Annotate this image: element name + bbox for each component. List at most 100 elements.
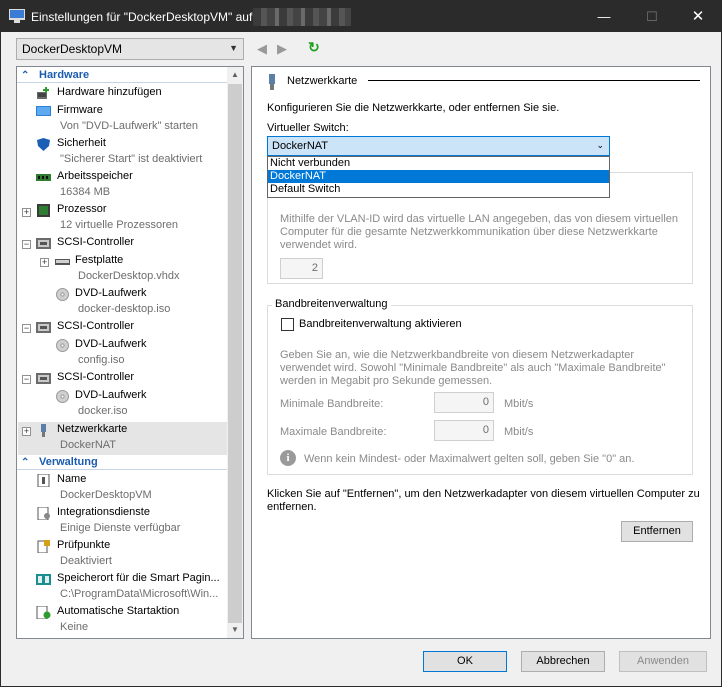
- bandwidth-checkbox-label[interactable]: Bandbreitenverwaltung aktivieren: [299, 318, 462, 330]
- tree-item-label: SCSI-Controller: [57, 371, 135, 383]
- shield-icon: [37, 138, 50, 151]
- tree-item-label: Prüfpunkte: [57, 539, 111, 551]
- memory-icon: [36, 174, 51, 181]
- tree-item-hard-disk[interactable]: Festplatte DockerDesktop.vhdx: [17, 254, 227, 286]
- tree-item-label: Arbeitsspeicher: [57, 170, 133, 182]
- vlan-description-line: Mithilfe der VLAN-ID wird das virtuelle …: [280, 213, 679, 225]
- tree-item-security[interactable]: Sicherheit "Sicherer Start" ist deaktivi…: [17, 137, 227, 169]
- tree-item-dvd-drive[interactable]: DVD-Laufwerk config.iso: [17, 338, 227, 370]
- redacted-host-name: [253, 8, 351, 26]
- tree-item-processor[interactable]: Prozessor 12 virtuelle Prozessoren: [17, 203, 227, 235]
- intro-text: Konfigurieren Sie die Netzwerkkarte, ode…: [267, 102, 560, 114]
- tree-item-label: Integrationsdienste: [57, 506, 150, 518]
- tree-item-add-hardware[interactable]: Hardware hinzufügen: [17, 86, 227, 102]
- tree-item-label: SCSI-Controller: [57, 236, 135, 248]
- refresh-icon[interactable]: ↻: [308, 40, 322, 54]
- tree-item-auto-start-action[interactable]: Automatische Startaktion Keine: [17, 605, 227, 637]
- virtual-switch-value: DockerNAT: [272, 140, 329, 152]
- info-icon: i: [280, 450, 296, 466]
- minimize-button[interactable]: —: [581, 1, 627, 32]
- tree-item-integration-services[interactable]: Integrationsdienste Einige Dienste verfü…: [17, 506, 227, 538]
- hard-disk-icon: [55, 259, 70, 265]
- tree-item-label: Prozessor: [57, 203, 107, 215]
- max-bandwidth-input[interactable]: 0: [434, 420, 494, 441]
- tree-item-label: DVD-Laufwerk: [75, 338, 147, 350]
- tree-item-scsi-controller[interactable]: SCSI-Controller: [17, 371, 227, 387]
- back-arrow-icon[interactable]: ◀: [257, 41, 267, 56]
- tree-item-dvd-drive[interactable]: DVD-Laufwerk docker-desktop.iso: [17, 287, 227, 319]
- maximize-button[interactable]: ☐: [629, 1, 675, 32]
- tree-item-firmware[interactable]: Firmware Von "DVD-Laufwerk" starten: [17, 104, 227, 136]
- name-icon: [37, 474, 50, 487]
- title-bar: Einstellungen für "DockerDesktopVM" auf …: [1, 1, 721, 32]
- window-title: Einstellungen für "DockerDesktopVM" auf: [31, 10, 253, 24]
- dvd-icon: [56, 339, 69, 352]
- tree-item-detail: docker.iso: [78, 405, 128, 417]
- virtual-switch-select[interactable]: DockerNAT ⌄: [267, 136, 610, 156]
- tree-item-smart-paging-location[interactable]: Speicherort für die Smart Pagin... C:\Pr…: [17, 572, 227, 604]
- scsi-controller-icon: [36, 238, 51, 249]
- option-not-connected[interactable]: Nicht verbunden: [268, 157, 609, 170]
- add-hardware-icon: [37, 87, 49, 99]
- smart-paging-icon: [36, 574, 51, 585]
- section-management[interactable]: ⌃ Verwaltung: [17, 455, 228, 470]
- apply-button[interactable]: Anwenden: [619, 651, 707, 672]
- checkpoint-icon: [37, 540, 50, 553]
- ok-button[interactable]: OK: [423, 651, 507, 672]
- tree-item-checkpoints[interactable]: Prüfpunkte Deaktiviert: [17, 539, 227, 571]
- bandwidth-checkbox[interactable]: [281, 318, 294, 331]
- scroll-up-icon[interactable]: ▲: [227, 67, 243, 83]
- tree-item-memory[interactable]: Arbeitsspeicher 16384 MB: [17, 170, 227, 202]
- section-hardware-label: Hardware: [39, 69, 90, 81]
- tree-item-detail: Einige Dienste verfügbar: [60, 522, 181, 534]
- forward-arrow-icon[interactable]: ▶: [277, 41, 287, 56]
- bandwidth-group-title: Bandbreitenverwaltung: [272, 298, 391, 310]
- network-adapter-icon: [41, 424, 46, 437]
- option-dockernat[interactable]: DockerNAT: [268, 170, 609, 183]
- vlan-id-input[interactable]: 2: [280, 258, 323, 279]
- min-bandwidth-label: Minimale Bandbreite:: [280, 398, 384, 410]
- processor-icon: [37, 204, 50, 217]
- panel-title: Netzwerkkarte: [287, 75, 358, 87]
- section-hardware[interactable]: ⌃ Hardware: [17, 68, 228, 83]
- tree-item-scsi-controller[interactable]: SCSI-Controller: [17, 320, 227, 336]
- auto-start-icon: [36, 606, 51, 619]
- remove-description-line: entfernen.: [267, 501, 317, 513]
- settings-tree: ⌃ Hardware Hardware hinzufügen Firmware …: [16, 66, 244, 639]
- tree-item-scsi-controller[interactable]: SCSI-Controller: [17, 236, 227, 252]
- tree-item-label: DVD-Laufwerk: [75, 287, 147, 299]
- virtual-switch-options: Nicht verbunden DockerNAT Default Switch: [267, 156, 610, 198]
- tree-item-label: Automatische Startaktion: [57, 605, 180, 617]
- switch-label: Virtueller Switch:: [267, 122, 349, 134]
- remove-button[interactable]: Entfernen: [621, 521, 693, 542]
- tree-scrollbar[interactable]: ▲ ▼: [227, 67, 243, 638]
- dvd-icon: [56, 288, 69, 301]
- integration-services-icon: [37, 507, 50, 520]
- tree-item-detail: DockerDesktop.vhdx: [78, 270, 180, 282]
- max-bandwidth-label: Maximale Bandbreite:: [280, 426, 387, 438]
- nav-arrows: ◀ ▶: [257, 41, 297, 57]
- vlan-description-line: verwendet wird.: [280, 239, 358, 251]
- cancel-button[interactable]: Abbrechen: [521, 651, 605, 672]
- collapse-icon: ⌃: [21, 70, 30, 81]
- bandwidth-description-line: Geben Sie an, wie die Netzwerkbandbreite…: [280, 349, 635, 361]
- tree-item-dvd-drive[interactable]: DVD-Laufwerk docker.iso: [17, 389, 227, 421]
- min-bandwidth-input[interactable]: 0: [434, 392, 494, 413]
- tree-item-detail: Keine: [60, 621, 89, 633]
- tree-item-label: Festplatte: [75, 254, 124, 266]
- tree-item-detail: DockerDesktopVM: [60, 489, 152, 501]
- tree-item-detail: Von "DVD-Laufwerk" starten: [60, 120, 199, 132]
- firmware-icon: [36, 106, 51, 116]
- option-default-switch[interactable]: Default Switch: [268, 183, 609, 196]
- scsi-controller-icon: [36, 322, 51, 333]
- tree-item-name[interactable]: Name DockerDesktopVM: [17, 473, 227, 505]
- close-button[interactable]: ✕: [675, 1, 721, 32]
- tree-item-network-adapter[interactable]: Netzwerkkarte DockerNAT: [17, 423, 227, 455]
- tree-item-label: Firmware: [57, 104, 103, 116]
- scroll-down-icon[interactable]: ▼: [227, 622, 243, 638]
- bandwidth-info-text: Wenn kein Mindest- oder Maximalwert gelt…: [304, 453, 635, 465]
- tree-item-label: Hardware hinzufügen: [57, 86, 162, 98]
- chevron-down-icon: ⌄: [596, 140, 604, 150]
- scroll-thumb[interactable]: [228, 84, 242, 623]
- vm-select[interactable]: DockerDesktopVM ▼: [16, 38, 244, 60]
